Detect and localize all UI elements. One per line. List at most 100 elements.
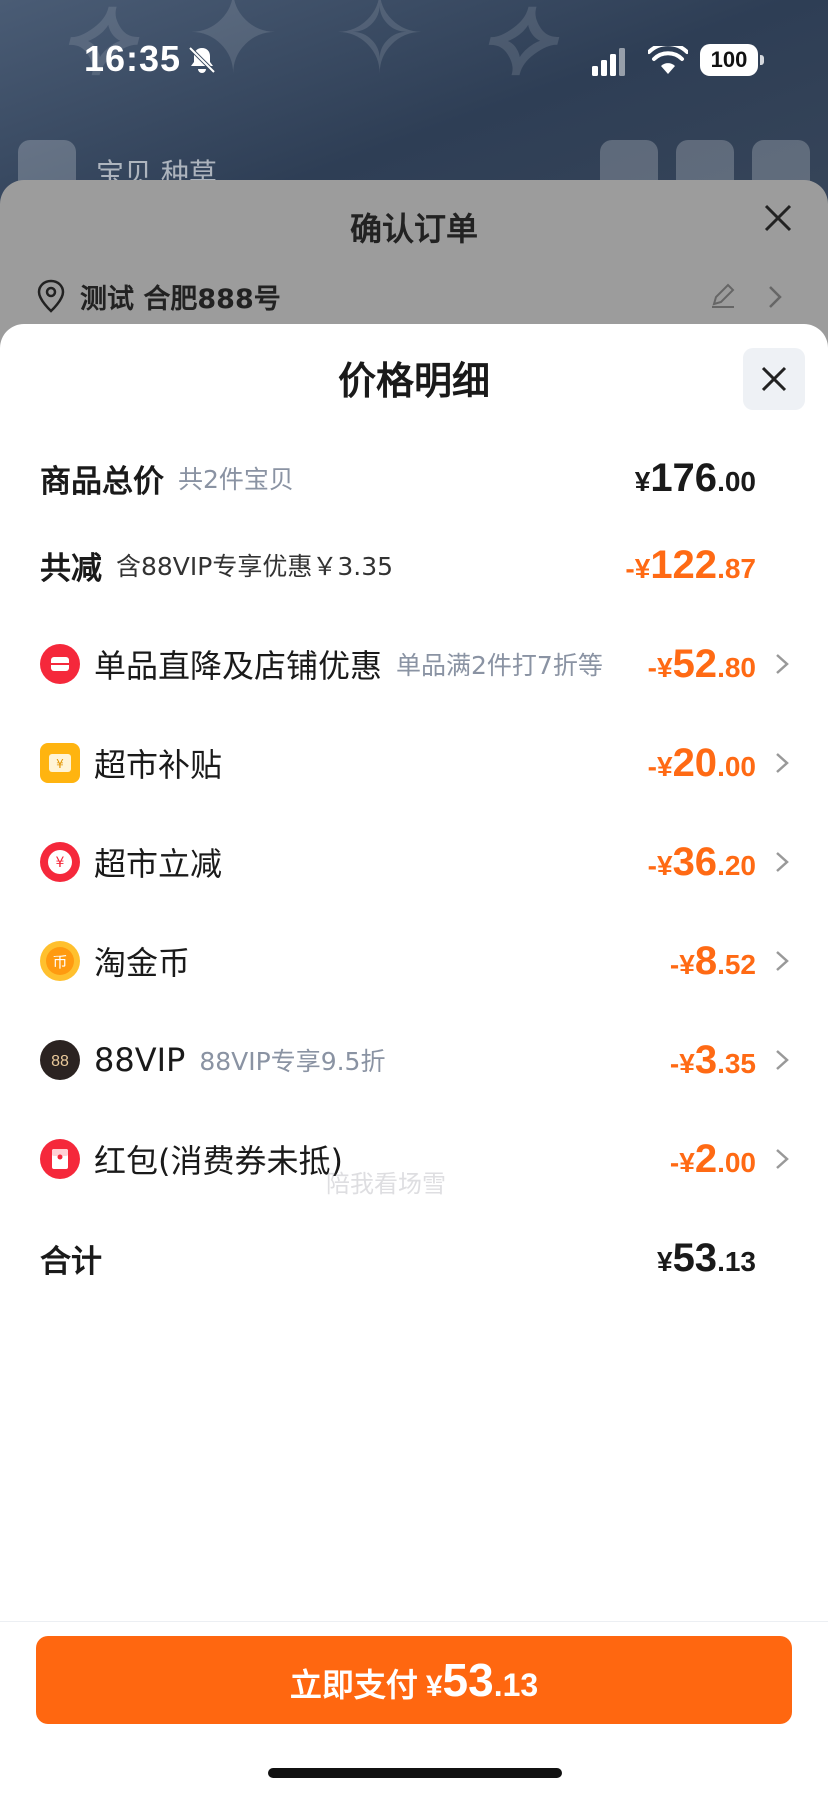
row-amount: ¥ 176 .00: [635, 448, 756, 508]
svg-text:88: 88: [51, 1053, 69, 1070]
price-row-total-discount: 共减 含88VIP专享优惠￥3.35 - ¥ 122 .87: [40, 535, 790, 595]
gold-coin-icon: 币: [40, 941, 80, 981]
row-sub: 88VIP专享9.5折: [199, 1047, 386, 1076]
store-coupon-icon: [40, 644, 80, 684]
amount-currency: ¥: [634, 466, 651, 497]
amount-decimal: .52: [717, 949, 756, 980]
svg-text:¥: ¥: [56, 855, 65, 871]
row-amount: - ¥ 52 .80: [648, 634, 756, 694]
price-detail-title: 价格明细: [337, 359, 490, 403]
price-row-store-discount[interactable]: 单品直降及店铺优惠 单品满2件打7折等 - ¥ 52 .80: [40, 634, 790, 694]
chevron-right-icon: [776, 852, 789, 872]
status-time: 16:35: [84, 38, 182, 79]
amount-currency: ¥: [679, 1048, 695, 1079]
price-row-grand-total: 合计 ¥ 53 .13: [40, 1228, 790, 1288]
amount-sign: -: [647, 751, 657, 782]
row-label: 商品总价: [40, 463, 164, 500]
amount-decimal: .35: [717, 1048, 756, 1079]
chevron-right-icon: [776, 1149, 789, 1169]
chevron-right-icon: [776, 753, 789, 773]
yuan-discount-icon: ¥: [40, 842, 80, 882]
svg-text:币: 币: [52, 953, 67, 971]
pay-button-integer: 53: [442, 1654, 494, 1706]
amount-sign: -: [647, 652, 657, 683]
subsidy-icon: ¥: [40, 743, 80, 783]
row-amount: - ¥ 122 .87: [625, 535, 756, 595]
amount-currency: ¥: [656, 751, 673, 782]
row-label: 共减: [40, 550, 102, 587]
wifi-icon: [648, 46, 688, 74]
row-sub: 单品满2件打7折等: [396, 651, 603, 680]
vip88-icon: 88: [40, 1040, 80, 1080]
amount-integer: 20: [672, 741, 718, 785]
address-text: 测试 合肥888号: [80, 283, 281, 315]
amount-sign: -: [669, 949, 680, 980]
chevron-right-icon: [769, 286, 782, 308]
address-row[interactable]: 测试 合肥888号: [36, 276, 281, 316]
amount-currency: ¥: [656, 652, 673, 683]
pay-button-decimal: .13: [493, 1667, 539, 1703]
close-icon[interactable]: [760, 200, 796, 236]
chevron-right-icon: [776, 951, 789, 971]
amount-sign: -: [625, 553, 635, 584]
battery-icon: 100: [700, 44, 764, 76]
amount-decimal: .00: [717, 751, 756, 782]
footer-divider: [0, 1621, 828, 1622]
amount-sign: -: [647, 850, 657, 881]
amount-currency: ¥: [679, 949, 695, 980]
amount-integer: 8: [694, 939, 718, 983]
price-row-88vip[interactable]: 88 88VIP 88VIP专享9.5折 - ¥ 3 .35: [40, 1030, 790, 1090]
amount-integer: 3: [694, 1038, 718, 1082]
row-label: 合计: [40, 1243, 102, 1280]
pay-now-button[interactable]: 立即支付 ¥ 53 .13: [36, 1636, 792, 1724]
amount-integer: 176: [650, 456, 718, 500]
row-amount: - ¥ 36 .20: [648, 832, 756, 892]
price-detail-close-button[interactable]: [743, 348, 805, 410]
row-label: 88VIP: [94, 1041, 186, 1079]
amount-currency: ¥: [656, 850, 673, 881]
price-row-supermarket-instant-discount[interactable]: ¥ 超市立减 - ¥ 36 .20: [40, 832, 790, 892]
amount-currency: ¥: [634, 553, 651, 584]
chevron-right-icon: [776, 654, 789, 674]
signal-icon: [592, 48, 625, 76]
amount-decimal: .87: [717, 553, 756, 584]
watermark: 陪我看场雪: [326, 1170, 446, 1198]
location-pin-icon: [37, 279, 65, 313]
amount-decimal: .13: [717, 1246, 756, 1277]
amount-decimal: .00: [717, 466, 756, 497]
amount-currency: ¥: [656, 1246, 673, 1277]
chevron-right-icon: [776, 1050, 789, 1070]
price-detail-sheet: 价格明细 商品总价 共2件宝贝 ¥ 176 .00 共减 含88VIP专享优惠￥…: [0, 324, 828, 1796]
row-amount: - ¥ 8 .52: [670, 931, 756, 991]
close-icon: [761, 366, 787, 392]
status-bar: 16:35 100: [0, 0, 828, 120]
home-indicator[interactable]: [268, 1768, 562, 1778]
price-row-tao-coins[interactable]: 币 淘金币 - ¥ 8 .52: [40, 931, 790, 991]
row-label: 超市立减: [94, 845, 223, 883]
row-label: 淘金币: [94, 944, 191, 982]
pay-button-label: 立即支付: [289, 1666, 418, 1704]
confirm-order-title: 确认订单: [349, 210, 478, 248]
price-row-supermarket-subsidy[interactable]: ¥ 超市补贴 - ¥ 20 .00: [40, 733, 790, 793]
amount-decimal: .20: [717, 850, 756, 881]
edit-icon[interactable]: [708, 280, 738, 310]
amount-integer: 52: [672, 642, 718, 686]
red-packet-icon: [40, 1139, 80, 1179]
row-amount: - ¥ 20 .00: [648, 733, 756, 793]
amount-sign: -: [669, 1147, 680, 1178]
amount-decimal: .80: [717, 652, 756, 683]
price-row-total-goods: 商品总价 共2件宝贝 ¥ 176 .00: [40, 448, 790, 508]
row-sub: 含88VIP专享优惠￥3.35: [116, 552, 394, 581]
row-amount: - ¥ 3 .35: [670, 1030, 756, 1090]
row-amount: - ¥ 2 .00: [670, 1129, 756, 1189]
row-label: 超市补贴: [94, 746, 223, 784]
svg-text:¥: ¥: [56, 757, 64, 771]
row-label: 红包(消费券未抵): [94, 1142, 343, 1180]
bell-off-icon: [188, 46, 216, 74]
row-label: 单品直降及店铺优惠: [94, 647, 383, 685]
amount-integer: 36: [672, 840, 718, 884]
amount-sign: -: [669, 1048, 680, 1079]
pay-button-currency: ¥: [425, 1670, 443, 1703]
amount-integer: 53: [672, 1236, 718, 1280]
amount-decimal: .00: [717, 1147, 756, 1178]
